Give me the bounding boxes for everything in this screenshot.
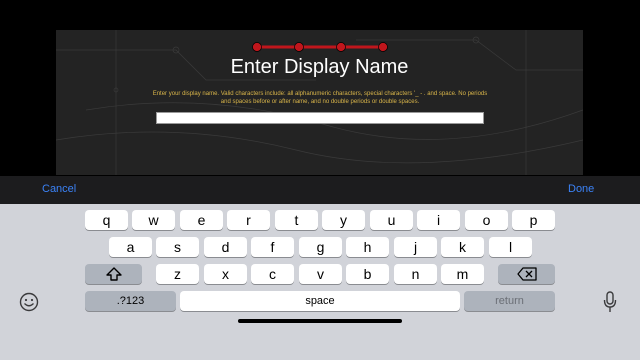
key-l[interactable]: l xyxy=(489,237,532,257)
key-x[interactable]: x xyxy=(204,264,247,284)
progress-step-2 xyxy=(294,42,304,52)
return-key[interactable]: return xyxy=(464,291,555,311)
keyboard-accessory-bar xyxy=(0,176,640,204)
key-q[interactable]: q xyxy=(85,210,128,230)
microphone-icon[interactable] xyxy=(603,291,617,313)
backspace-icon xyxy=(516,267,537,281)
keyboard-bottom-bar xyxy=(0,328,640,360)
key-d[interactable]: d xyxy=(204,237,247,257)
dialog-title: Enter Display Name xyxy=(230,56,409,78)
space-key[interactable]: space xyxy=(180,291,460,311)
progress-step-1 xyxy=(252,42,262,52)
shift-icon xyxy=(105,267,122,281)
progress-step-3 xyxy=(336,42,346,52)
key-s[interactable]: s xyxy=(156,237,199,257)
key-y[interactable]: y xyxy=(322,210,365,230)
key-z[interactable]: z xyxy=(156,264,199,284)
key-f[interactable]: f xyxy=(251,237,294,257)
key-a[interactable]: a xyxy=(109,237,152,257)
key-c[interactable]: c xyxy=(251,264,294,284)
emoji-icon[interactable] xyxy=(19,292,39,312)
key-o[interactable]: o xyxy=(465,210,508,230)
key-h[interactable]: h xyxy=(346,237,389,257)
backspace-key[interactable] xyxy=(498,264,555,284)
key-u[interactable]: u xyxy=(370,210,413,230)
key-p[interactable]: p xyxy=(512,210,555,230)
shift-key[interactable] xyxy=(85,264,142,284)
done-button[interactable]: Done xyxy=(568,183,594,195)
key-k[interactable]: k xyxy=(441,237,484,257)
key-r[interactable]: r xyxy=(227,210,270,230)
key-e[interactable]: e xyxy=(180,210,223,230)
key-n[interactable]: n xyxy=(394,264,437,284)
dialog-description: Enter your display name. Valid character… xyxy=(152,91,488,105)
key-w[interactable]: w xyxy=(132,210,175,230)
key-m[interactable]: m xyxy=(441,264,484,284)
key-i[interactable]: i xyxy=(417,210,460,230)
home-indicator[interactable] xyxy=(238,319,402,323)
key-g[interactable]: g xyxy=(299,237,342,257)
progress-step-4 xyxy=(378,42,388,52)
progress-indicator xyxy=(252,42,388,52)
display-name-input[interactable] xyxy=(156,112,484,124)
numbers-key[interactable]: .?123 xyxy=(85,291,176,311)
key-j[interactable]: j xyxy=(394,237,437,257)
cancel-button[interactable]: Cancel xyxy=(42,183,76,195)
key-t[interactable]: t xyxy=(275,210,318,230)
key-b[interactable]: b xyxy=(346,264,389,284)
key-v[interactable]: v xyxy=(299,264,342,284)
